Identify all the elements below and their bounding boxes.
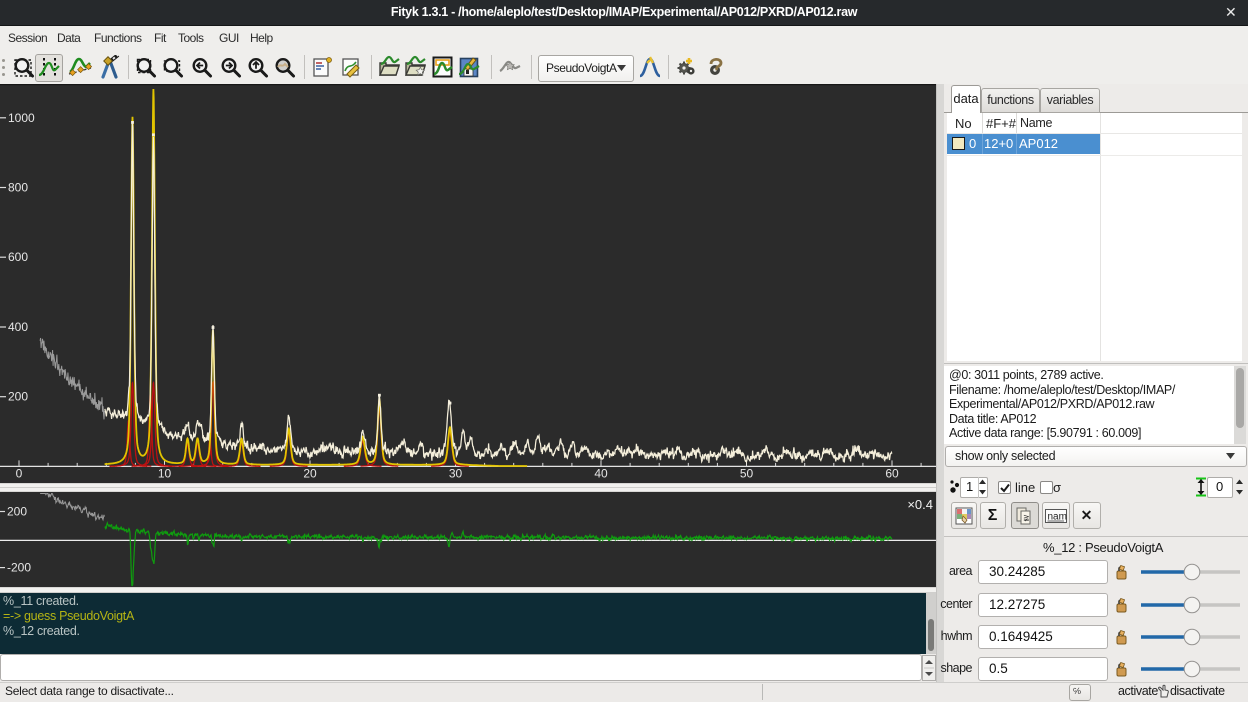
svg-text:20: 20	[303, 466, 317, 480]
svg-text:200: 200	[8, 390, 28, 404]
svg-text:10: 10	[158, 466, 172, 480]
svg-text:40: 40	[594, 466, 608, 480]
svg-text:800: 800	[8, 181, 28, 195]
svg-text:200: 200	[7, 505, 27, 519]
svg-text:600: 600	[8, 250, 28, 264]
svg-text:60: 60	[885, 466, 899, 480]
svg-text:≩: ≩	[1023, 513, 1030, 522]
svg-text:×0.4: ×0.4	[907, 497, 933, 512]
svg-text:1000: 1000	[8, 111, 35, 125]
svg-text:50: 50	[740, 466, 754, 480]
svg-text:0: 0	[16, 466, 23, 480]
svg-text:400: 400	[8, 320, 28, 334]
svg-text:30: 30	[449, 466, 463, 480]
svg-text:-200: -200	[7, 561, 31, 575]
